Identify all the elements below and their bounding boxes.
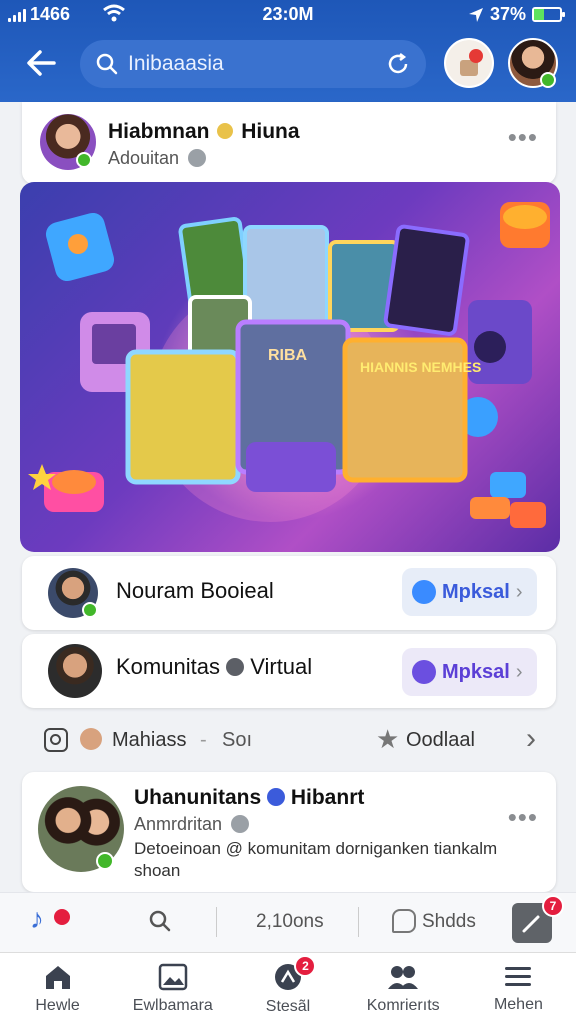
post-subtitle-text: Anmrdritan (134, 814, 223, 834)
post-header-card: Hiabmnan Hiuna Adouitan ••• (22, 102, 556, 184)
verified-badge-icon (267, 788, 286, 806)
search-input[interactable]: Inibaaasia (128, 52, 386, 76)
community-post-card: Uhanunitans Hibanrt Anmrdritan Detoeinoa… (22, 772, 556, 892)
battery-level (534, 9, 544, 20)
author-name-suffix: Hiuna (241, 120, 300, 143)
community-name[interactable]: Komunitas Virtual (116, 654, 312, 680)
action-right-text[interactable]: Oodlaal (406, 729, 475, 752)
message-button[interactable]: Mpksal › (402, 648, 537, 696)
community-post-subtitle: Anmrdritan (134, 814, 250, 835)
more-options-icon[interactable]: ••• (508, 122, 538, 153)
action-middle-text[interactable]: Soı (222, 729, 252, 752)
music-icon[interactable]: ♪ (30, 903, 44, 935)
message-button[interactable]: Mpksal › (402, 568, 537, 616)
hero-card-text: RIBA (268, 347, 308, 364)
nav-menu[interactable]: Mehen (461, 953, 576, 1024)
nav-badge: 2 (294, 955, 317, 977)
community-post-title[interactable]: Uhanunitans Hibanrt (134, 786, 364, 810)
community-icon (388, 965, 419, 989)
online-status-icon (76, 152, 92, 168)
globe-icon (188, 149, 207, 167)
star-icon[interactable]: ★ (376, 724, 399, 755)
nav-label: Stesãl (265, 997, 311, 1015)
hero-illustration: RIBA HIANNIS NEMHES (28, 202, 550, 528)
nav-label: Mehen (493, 995, 543, 1013)
post-title-suffix: Hibanrt (290, 786, 365, 809)
nav-social[interactable]: 2 Stesãl (230, 953, 345, 1024)
divider (358, 907, 359, 937)
profile-icon (446, 40, 492, 86)
nav-home[interactable]: Hewle (0, 953, 115, 1024)
message-button-label: Mpksal (442, 660, 510, 683)
status-right: 37% (468, 4, 565, 25)
nav-community[interactable]: Komrierıts (346, 953, 461, 1024)
community-avatar[interactable] (48, 644, 102, 698)
chevron-right-icon[interactable]: › (526, 722, 536, 756)
community-name-text: Komunitas (116, 654, 220, 679)
battery-text: 37% (489, 4, 526, 24)
chat-icon[interactable] (392, 909, 416, 933)
more-options-icon[interactable]: ••• (508, 802, 538, 833)
blocks-icon (470, 472, 546, 528)
shares-text[interactable]: Shdds (422, 911, 476, 933)
tile-icon (500, 202, 550, 248)
search-bar[interactable]: Inibaaasia (80, 40, 426, 88)
online-status-icon (96, 852, 114, 870)
action-row: Mahiass - Soı ★ Oodlaal › (22, 714, 556, 766)
back-arrow-icon[interactable] (24, 46, 60, 80)
community-name-suffix: Virtual (250, 654, 313, 679)
menu-icon (505, 966, 532, 986)
notification-dot-icon (54, 909, 70, 925)
button-icon (44, 470, 104, 512)
top-bar: 1466 23:0M 37% Inibaaasia (0, 0, 576, 102)
compose-badge: 7 (542, 895, 564, 917)
chevron-right-icon: › (515, 660, 523, 683)
community-row[interactable]: Komunitas Virtual Mpksal › (22, 634, 556, 708)
profile-shortcut-avatar[interactable] (444, 38, 494, 88)
post-hero-image[interactable]: RIBA HIANNIS NEMHES (20, 182, 560, 552)
refresh-icon[interactable] (386, 52, 410, 76)
user-name[interactable]: Nouram Booieal (116, 578, 274, 604)
home-icon (45, 965, 70, 989)
chevron-right-icon: › (515, 580, 523, 603)
count-text: 2,10ons (256, 911, 324, 932)
verified-badge-icon (217, 123, 234, 139)
battery-icon (532, 7, 565, 22)
community-post-text: Detoeinoan @ komunitam dorniganken tiank… (134, 839, 498, 880)
post-author-name[interactable]: Hiabmnan Hiuna (108, 120, 300, 144)
nav-label: Hewle (35, 996, 80, 1014)
author-name-text: Hiabmnan (108, 120, 210, 143)
status-bar: 1466 23:0M 37% (0, 0, 576, 30)
nav-label: Ewlbamara (132, 996, 213, 1014)
separator: - (200, 729, 207, 751)
messenger-icon (412, 580, 436, 604)
globe-icon (231, 815, 250, 833)
image-icon (158, 963, 188, 990)
nav-label: Komrierıts (366, 996, 440, 1014)
mini-avatar (80, 728, 102, 750)
post-subtitle: Adouitan (108, 148, 207, 169)
online-status-icon (540, 72, 556, 88)
message-button-label: Mpksal (442, 580, 510, 603)
composer-bar: ♪ 2,10ons Shdds 7 (0, 892, 576, 952)
post-title-text: Uhanunitans (134, 786, 262, 809)
post-subtitle-text: Adouitan (108, 148, 180, 168)
suggested-user-row[interactable]: Nouram Booieal Mpksal › (22, 556, 556, 630)
search-icon[interactable] (148, 909, 172, 933)
nav-gallery[interactable]: Ewlbamara (115, 953, 230, 1024)
instagram-icon[interactable] (44, 728, 68, 752)
hero-poster-text: HIANNIS NEMHES (360, 359, 481, 375)
group-badge-icon (226, 658, 245, 676)
divider (216, 907, 217, 937)
online-status-icon (82, 602, 98, 618)
location-icon (468, 7, 483, 22)
bottom-nav: Hewle Ewlbamara 2 Stesãl Komrierıts Mehe… (0, 952, 576, 1024)
action-left-text[interactable]: Mahiass (112, 729, 186, 752)
messenger-icon (412, 660, 436, 684)
search-icon (96, 53, 118, 75)
game-cube-icon (45, 212, 115, 282)
